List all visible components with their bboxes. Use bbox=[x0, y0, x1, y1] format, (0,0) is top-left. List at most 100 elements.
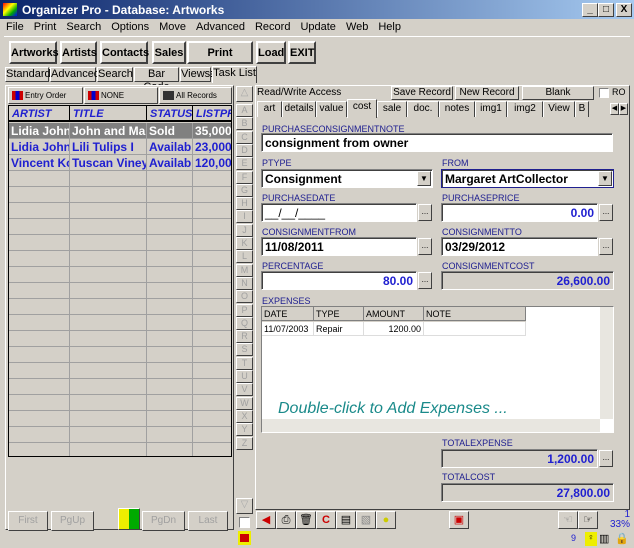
artworks-button[interactable]: Artworks bbox=[9, 41, 59, 64]
ellipsis-button[interactable]: ... bbox=[418, 238, 432, 255]
tab-art[interactable]: art bbox=[257, 101, 282, 117]
table-row[interactable] bbox=[9, 363, 231, 379]
artists-button[interactable]: Artists bbox=[60, 41, 97, 64]
table-row[interactable] bbox=[9, 283, 231, 299]
menu-advanced[interactable]: Advanced bbox=[190, 19, 249, 35]
tab-view[interactable]: View bbox=[543, 101, 575, 117]
contacts-button[interactable]: Contacts bbox=[100, 41, 149, 64]
table-row[interactable] bbox=[9, 235, 231, 251]
table-row[interactable] bbox=[9, 411, 231, 427]
tab-sale[interactable]: sale bbox=[377, 101, 407, 117]
menu-options[interactable]: Options bbox=[105, 19, 153, 35]
chevron-down-icon[interactable]: ▼ bbox=[417, 171, 431, 186]
alpha-d[interactable]: D bbox=[236, 143, 253, 157]
vertical-scrollbar[interactable] bbox=[600, 307, 613, 419]
menu-record[interactable]: Record bbox=[249, 19, 294, 35]
tab-details[interactable]: details bbox=[282, 101, 316, 117]
ellipsis-button[interactable]: ... bbox=[599, 238, 613, 255]
tab-bar-code[interactable]: Bar Code bbox=[134, 67, 179, 93]
alpha-f[interactable]: F bbox=[236, 170, 253, 184]
consignment-to-field[interactable]: 03/29/2012 bbox=[441, 237, 598, 256]
first-button[interactable]: First bbox=[8, 511, 48, 531]
trash-icon[interactable]: 🗑 bbox=[296, 511, 316, 529]
tab-scroll-right-icon[interactable]: ▶ bbox=[619, 103, 628, 115]
from-select[interactable]: Margaret ArtCollector bbox=[441, 169, 614, 188]
refresh-icon[interactable]: C bbox=[316, 511, 336, 529]
minimize-button[interactable]: _ bbox=[582, 3, 598, 17]
column-note[interactable]: NOTE bbox=[424, 307, 526, 321]
entry-order-button[interactable]: Entry Order bbox=[8, 87, 83, 104]
menu-print[interactable]: Print bbox=[28, 19, 61, 35]
alpha-s[interactable]: S bbox=[236, 343, 253, 357]
close-button[interactable]: X bbox=[616, 3, 632, 17]
table-row[interactable]: Vincent KordaTuscan VineyardAvailable120… bbox=[9, 155, 231, 171]
copy-record-icon[interactable]: ▤ bbox=[336, 511, 356, 529]
alpha-k[interactable]: K bbox=[236, 237, 253, 250]
pgup-button[interactable]: PgUp bbox=[51, 511, 94, 531]
table-row[interactable] bbox=[9, 299, 231, 315]
lightbulb-icon[interactable]: ♀ bbox=[585, 532, 597, 546]
checkbox[interactable] bbox=[239, 517, 250, 528]
all-records-button[interactable]: All Records bbox=[159, 87, 232, 104]
scroll-down-icon[interactable]: ▽ bbox=[236, 498, 253, 514]
lightbulb-icon[interactable]: ● bbox=[376, 511, 396, 529]
horizontal-scrollbar[interactable] bbox=[262, 419, 600, 432]
tab-value[interactable]: value bbox=[316, 101, 347, 117]
document-icon[interactable]: ▥ bbox=[599, 532, 609, 545]
note-field[interactable]: consignment from owner bbox=[261, 133, 613, 152]
ptype-select[interactable]: Consignment bbox=[261, 169, 433, 188]
alpha-p[interactable]: P bbox=[236, 303, 253, 317]
alpha-j[interactable]: J bbox=[236, 223, 253, 237]
maximize-button[interactable]: □ bbox=[598, 3, 614, 17]
table-row[interactable]: Lidia JohnsonLili Tulips IAvailable23,00… bbox=[9, 139, 231, 155]
tab-img2[interactable]: img2 bbox=[507, 101, 543, 117]
table-row[interactable] bbox=[9, 203, 231, 219]
alpha-v[interactable]: V bbox=[236, 383, 253, 397]
alpha-x[interactable]: X bbox=[236, 409, 253, 423]
alpha-t[interactable]: T bbox=[236, 356, 253, 370]
alpha-c[interactable]: C bbox=[236, 130, 253, 144]
alpha-y[interactable]: Y bbox=[236, 423, 253, 437]
new-record-button[interactable]: New Record bbox=[455, 86, 519, 100]
expense-note[interactable] bbox=[424, 322, 526, 336]
column-amount[interactable]: AMOUNT bbox=[364, 307, 424, 321]
table-row[interactable] bbox=[9, 379, 231, 395]
purchase-date-field[interactable]: __/__/____ bbox=[261, 203, 417, 222]
ellipsis-button[interactable]: ... bbox=[418, 204, 432, 221]
ro-checkbox[interactable] bbox=[599, 88, 609, 98]
table-row[interactable] bbox=[9, 427, 231, 443]
percentage-field[interactable]: 80.00 bbox=[261, 271, 417, 290]
table-row[interactable] bbox=[9, 315, 231, 331]
table-row[interactable] bbox=[9, 443, 231, 456]
color-grid-icon[interactable] bbox=[118, 508, 140, 530]
pgdn-button[interactable]: PgDn bbox=[142, 511, 185, 531]
tab-scroll-left-icon[interactable]: ◀ bbox=[610, 103, 619, 115]
alpha-i[interactable]: I bbox=[236, 210, 253, 224]
alpha-r[interactable]: R bbox=[236, 330, 253, 344]
tab-task-list[interactable]: Task List bbox=[212, 66, 257, 83]
splitter-icon[interactable] bbox=[238, 531, 251, 545]
paste-record-icon[interactable]: ▧ bbox=[356, 511, 376, 529]
alpha-n[interactable]: N bbox=[236, 276, 253, 290]
ellipsis-button[interactable]: ... bbox=[599, 450, 613, 467]
column-date[interactable]: DATE bbox=[262, 307, 314, 321]
tab-doc[interactable]: doc. bbox=[407, 101, 439, 117]
alpha-o[interactable]: O bbox=[236, 290, 253, 304]
expenses-grid[interactable]: DATE TYPE AMOUNT NOTE 11/07/2003 Repair … bbox=[261, 306, 614, 433]
table-row[interactable] bbox=[9, 187, 231, 203]
expense-type[interactable]: Repair bbox=[314, 322, 364, 336]
save-disk-icon[interactable]: ▣ bbox=[449, 511, 469, 529]
sort-none-button[interactable]: NONE bbox=[84, 87, 158, 104]
consignment-from-field[interactable]: 11/08/2011 bbox=[261, 237, 417, 256]
chevron-down-icon[interactable]: ▼ bbox=[598, 171, 612, 186]
tab-img1[interactable]: img1 bbox=[475, 101, 507, 117]
alpha-h[interactable]: H bbox=[236, 197, 253, 211]
menu-web[interactable]: Web bbox=[340, 19, 372, 35]
expense-amount[interactable]: 1200.00 bbox=[364, 322, 424, 336]
menu-move[interactable]: Move bbox=[153, 19, 190, 35]
scroll-up-icon[interactable]: △ bbox=[236, 86, 253, 102]
table-row[interactable] bbox=[9, 347, 231, 363]
column-listprice[interactable]: LISTPRICE bbox=[193, 106, 231, 122]
last-button[interactable]: Last bbox=[188, 511, 228, 531]
hand-left-icon[interactable]: ☜ bbox=[558, 511, 578, 529]
